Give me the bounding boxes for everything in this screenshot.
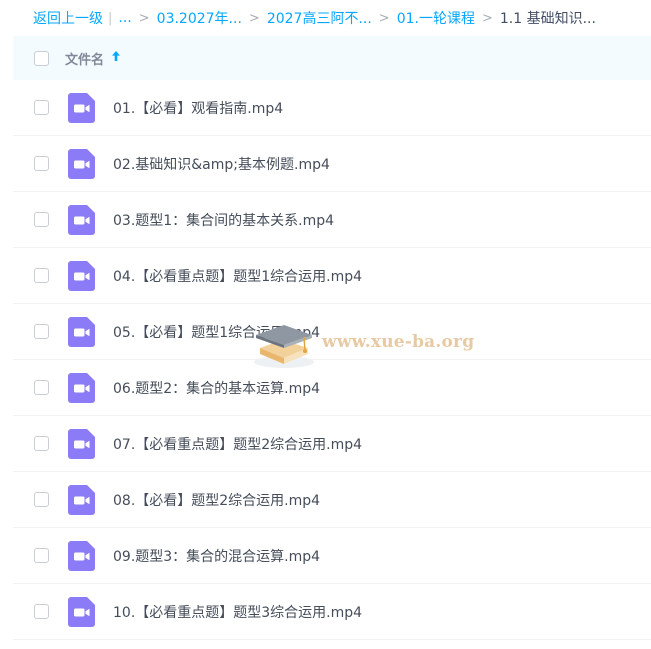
- video-file-icon: [49, 484, 95, 515]
- row-checkbox[interactable]: [34, 436, 49, 451]
- file-name[interactable]: 03.题型1：集合间的基本关系.mp4: [113, 210, 334, 230]
- file-name[interactable]: 09.题型3：集合的混合运算.mp4: [113, 546, 320, 566]
- breadcrumb-current: 1.1 基础知识...: [499, 11, 596, 27]
- row-checkbox[interactable]: [34, 604, 49, 619]
- file-name[interactable]: 08.【必看】题型2综合运用.mp4: [113, 490, 320, 510]
- video-file-icon: [49, 372, 95, 403]
- select-all-checkbox[interactable]: [34, 50, 49, 66]
- file-name[interactable]: 04.【必看重点题】题型1综合运用.mp4: [113, 266, 362, 286]
- video-file-icon: [49, 148, 95, 179]
- breadcrumb-item[interactable]: 2027高三阿不...: [267, 8, 372, 28]
- file-name[interactable]: 10.【必看重点题】题型3综合运用.mp4: [113, 602, 362, 622]
- breadcrumb-separator: >: [248, 10, 260, 26]
- file-row[interactable]: 05.【必看】题型1综合运用.mp4: [13, 304, 651, 360]
- breadcrumb-separator: >: [378, 10, 390, 26]
- video-file-icon: [49, 316, 95, 347]
- file-row[interactable]: 03.题型1：集合间的基本关系.mp4: [13, 192, 651, 248]
- file-browser: 返回上一级 | ... > 03.2027年... > 2027高三阿不... …: [0, 0, 651, 649]
- file-name[interactable]: 07.【必看重点题】题型2综合运用.mp4: [113, 434, 362, 454]
- file-row[interactable]: 09.题型3：集合的混合运算.mp4: [13, 528, 651, 584]
- file-row[interactable]: 10.【必看重点题】题型3综合运用.mp4: [13, 584, 651, 640]
- video-file-icon: [49, 260, 95, 291]
- row-checkbox[interactable]: [34, 380, 49, 395]
- file-name[interactable]: 06.题型2：集合的基本运算.mp4: [113, 378, 320, 398]
- video-file-icon: [49, 204, 95, 235]
- row-checkbox[interactable]: [34, 324, 49, 339]
- video-file-icon: [49, 92, 95, 123]
- file-list-header: 文件名: [13, 36, 651, 80]
- row-checkbox[interactable]: [34, 548, 49, 563]
- row-checkbox[interactable]: [34, 212, 49, 227]
- breadcrumb-ellipsis[interactable]: ...: [118, 10, 131, 26]
- breadcrumb-divider: |: [108, 10, 113, 26]
- video-file-icon: [49, 428, 95, 459]
- breadcrumb-separator: >: [481, 10, 493, 26]
- column-header-filename[interactable]: 文件名: [65, 49, 121, 68]
- file-row[interactable]: 08.【必看】题型2综合运用.mp4: [13, 472, 651, 528]
- breadcrumb-item[interactable]: 01.一轮课程: [397, 8, 475, 28]
- row-checkbox[interactable]: [34, 156, 49, 171]
- video-file-icon: [49, 540, 95, 571]
- breadcrumb: 返回上一级 | ... > 03.2027年... > 2027高三阿不... …: [0, 0, 651, 36]
- file-row[interactable]: 02.基础知识&amp;基本例题.mp4: [13, 136, 651, 192]
- row-checkbox[interactable]: [34, 100, 49, 115]
- file-name[interactable]: 02.基础知识&amp;基本例题.mp4: [113, 154, 330, 174]
- video-file-icon: [49, 596, 95, 627]
- file-list: 01.【必看】观看指南.mp4 02.基础知识&amp;基本例题.mp4 03.题型…: [13, 80, 651, 640]
- row-checkbox[interactable]: [34, 268, 49, 283]
- file-row[interactable]: 01.【必看】观看指南.mp4: [13, 80, 651, 136]
- column-header-label: 文件名: [65, 52, 105, 68]
- file-row[interactable]: 04.【必看重点题】题型1综合运用.mp4: [13, 248, 651, 304]
- arrow-up-icon[interactable]: [111, 50, 121, 66]
- file-row[interactable]: 07.【必看重点题】题型2综合运用.mp4: [13, 416, 651, 472]
- file-row[interactable]: 06.题型2：集合的基本运算.mp4: [13, 360, 651, 416]
- breadcrumb-separator: >: [138, 10, 150, 26]
- breadcrumb-item[interactable]: 03.2027年...: [157, 8, 242, 28]
- back-link[interactable]: 返回上一级: [33, 8, 103, 28]
- file-name[interactable]: 05.【必看】题型1综合运用.mp4: [113, 322, 320, 342]
- file-name[interactable]: 01.【必看】观看指南.mp4: [113, 98, 283, 118]
- row-checkbox[interactable]: [34, 492, 49, 507]
